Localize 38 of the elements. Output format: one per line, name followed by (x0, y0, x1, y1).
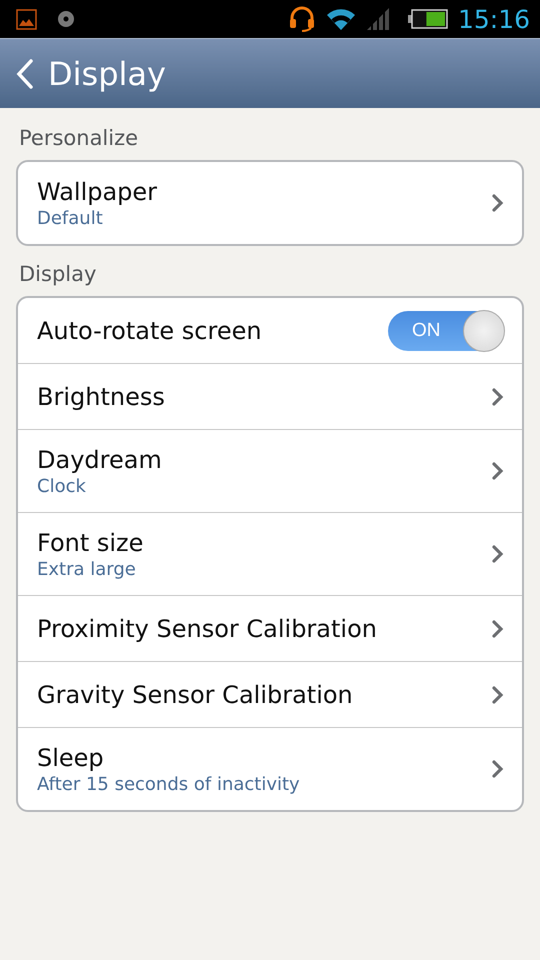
chevron-icon (492, 620, 504, 638)
chevron-icon (492, 388, 504, 406)
chevron-icon (492, 686, 504, 704)
setting-summary: After 15 seconds of inactivity (37, 774, 300, 794)
disc-icon (57, 10, 75, 28)
settings-row[interactable]: Auto-rotate screen ON (18, 298, 522, 363)
setting-summary: Default (37, 208, 103, 228)
setting-label: Proximity Sensor Calibration (37, 614, 377, 642)
settings-row[interactable]: Gravity Sensor Calibration (18, 661, 522, 727)
settings-row[interactable]: Daydream Clock (18, 429, 522, 512)
screen-title: Display (48, 54, 166, 92)
setting-label: Wallpaper (37, 178, 158, 206)
battery-icon (408, 8, 448, 30)
gallery-icon (16, 8, 37, 30)
settings-row[interactable]: Sleep After 15 seconds of inactivity (18, 727, 522, 810)
setting-label: Font size (37, 528, 144, 556)
settings-row[interactable]: Wallpaper Default (18, 162, 522, 244)
section-header: Display (18, 261, 98, 288)
signal-icon (366, 8, 390, 30)
section-header: Personalize (18, 125, 140, 152)
settings-row[interactable]: Font size Extra large (18, 512, 522, 595)
wifi-icon (326, 7, 356, 31)
chevron-icon (492, 194, 504, 212)
back-icon[interactable] (16, 58, 34, 88)
chevron-icon (492, 545, 504, 563)
settings-row[interactable]: Brightness (18, 363, 522, 429)
setting-label: Brightness (37, 382, 165, 410)
setting-summary: Extra large (37, 558, 136, 580)
clock-time: 15:16 (458, 4, 530, 34)
chevron-icon (492, 760, 504, 778)
setting-summary: Clock (37, 476, 86, 496)
setting-label: Daydream (37, 446, 162, 474)
setting-label: Auto-rotate screen (37, 316, 262, 344)
setting-label: Gravity Sensor Calibration (37, 680, 353, 708)
setting-label: Sleep (37, 744, 104, 772)
chevron-icon (492, 462, 504, 480)
settings-row[interactable]: Proximity Sensor Calibration (18, 595, 522, 661)
headset-icon (288, 6, 316, 32)
